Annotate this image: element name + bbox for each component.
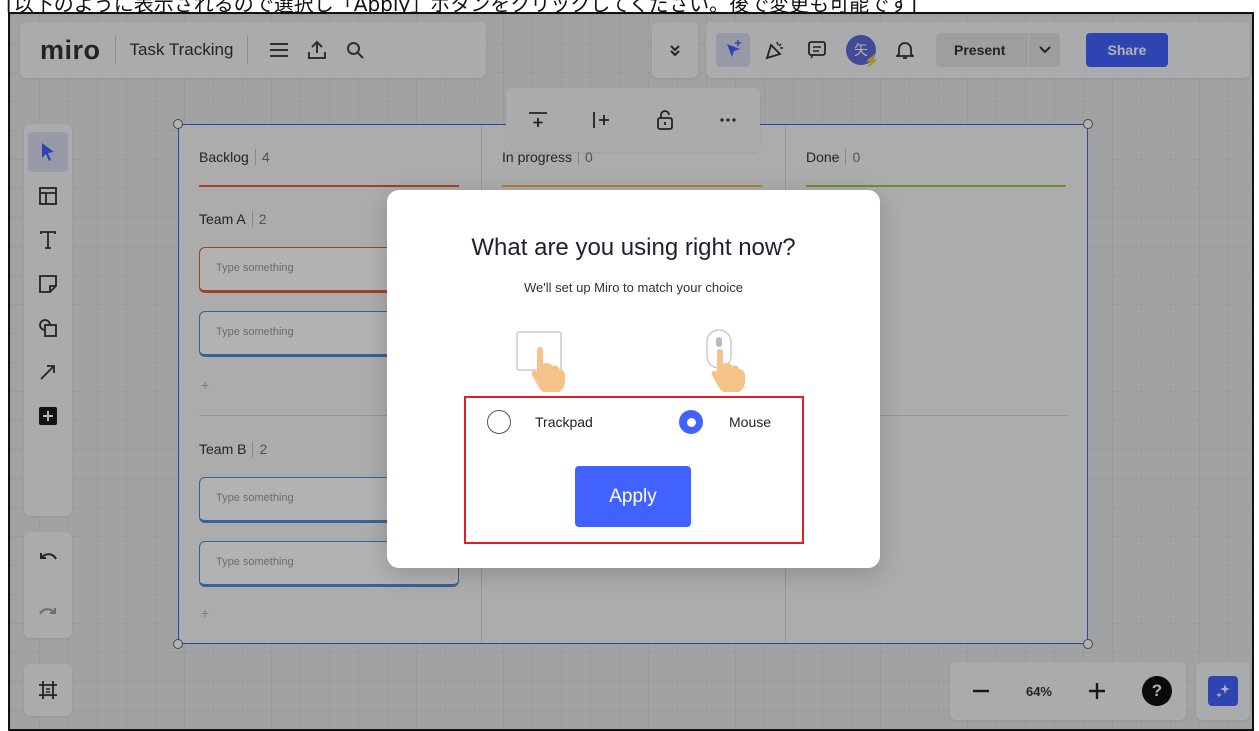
caption-text: [以下のように表示されるので選択し「Apply」ボタンをクリックしてください。後… <box>6 0 917 12</box>
trackpad-illustration-icon <box>516 331 565 392</box>
dialog-title: What are you using right now? <box>471 234 796 261</box>
mouse-illustration-icon <box>706 329 745 392</box>
page-caption: [以下のように表示されるので選択し「Apply」ボタンをクリックしてください。後… <box>0 0 1259 12</box>
dialog-subtitle: We'll set up Miro to match your choice <box>524 280 743 295</box>
highlight-annotation-box <box>464 396 804 544</box>
miro-app-window: miro Task Tracking 矢 ⚡ Present Share Bac… <box>8 12 1254 731</box>
